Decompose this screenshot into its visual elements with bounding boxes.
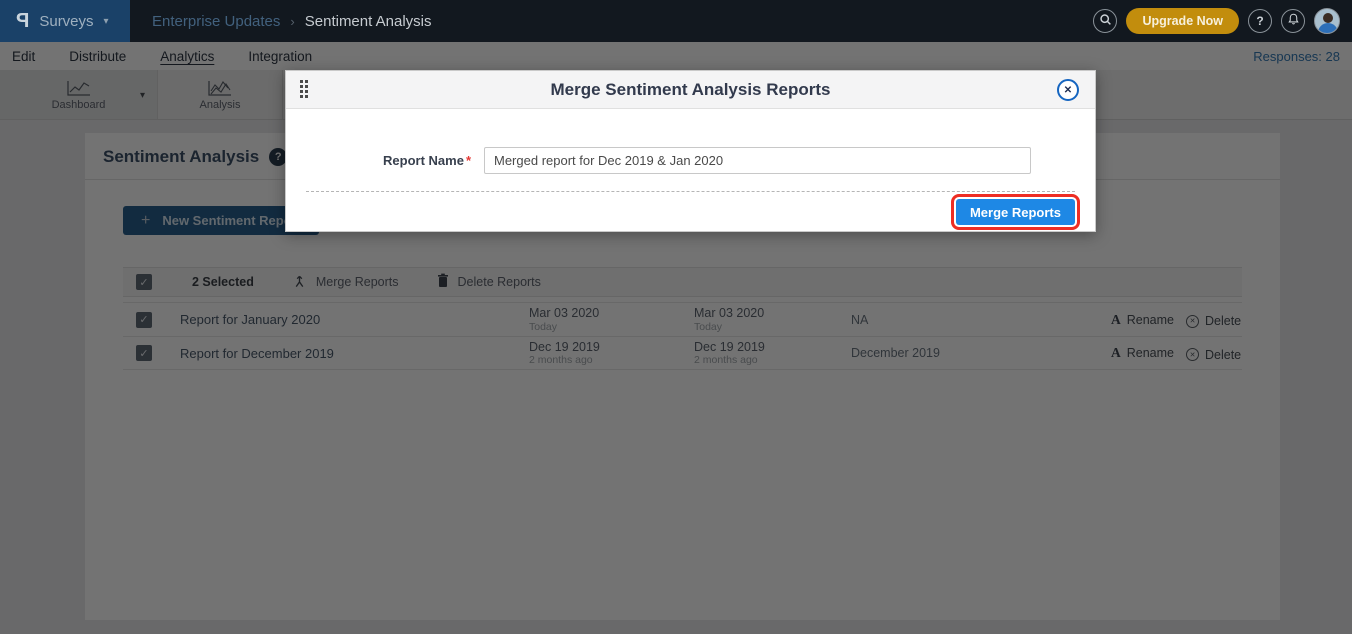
drag-handle-icon[interactable]: [300, 80, 308, 98]
modal-close-button[interactable]: ✕: [1057, 79, 1079, 101]
breadcrumb-separator-icon: ›: [290, 14, 294, 29]
modal-body: Report Name*: [286, 109, 1095, 191]
chevron-down-icon: ▾: [104, 16, 109, 27]
product-switcher[interactable]: P Surveys ▾: [0, 0, 130, 42]
breadcrumb-parent[interactable]: Enterprise Updates: [152, 13, 280, 30]
avatar-head: [1323, 13, 1333, 23]
avatar-body: [1318, 23, 1338, 34]
modal-header: Merge Sentiment Analysis Reports ✕: [286, 71, 1095, 109]
upgrade-now-button[interactable]: Upgrade Now: [1126, 8, 1239, 34]
report-name-label-text: Report Name: [383, 153, 464, 168]
notifications-button[interactable]: [1281, 9, 1305, 33]
modal-footer: Merge Reports: [286, 192, 1095, 232]
search-button[interactable]: [1093, 9, 1117, 33]
topbar-actions: Upgrade Now ?: [1093, 8, 1352, 34]
question-mark-icon: ?: [1256, 14, 1263, 28]
top-bar: P Surveys ▾ Enterprise Updates › Sentime…: [0, 0, 1352, 42]
user-avatar[interactable]: [1314, 8, 1340, 34]
bell-icon: [1287, 13, 1300, 29]
report-name-input[interactable]: [484, 147, 1031, 174]
merge-reports-modal: Merge Sentiment Analysis Reports ✕ Repor…: [285, 70, 1096, 232]
search-icon: [1099, 13, 1112, 29]
product-name: Surveys: [39, 13, 93, 30]
modal-title: Merge Sentiment Analysis Reports: [551, 80, 831, 100]
breadcrumb-current: Sentiment Analysis: [305, 13, 432, 30]
help-button[interactable]: ?: [1248, 9, 1272, 33]
required-asterisk: *: [466, 153, 471, 168]
merge-reports-button[interactable]: Merge Reports: [956, 199, 1075, 225]
brand-logo-icon: P: [16, 10, 29, 33]
close-icon: ✕: [1064, 85, 1072, 96]
report-name-label: Report Name*: [286, 147, 471, 168]
breadcrumb: Enterprise Updates › Sentiment Analysis: [152, 13, 431, 30]
